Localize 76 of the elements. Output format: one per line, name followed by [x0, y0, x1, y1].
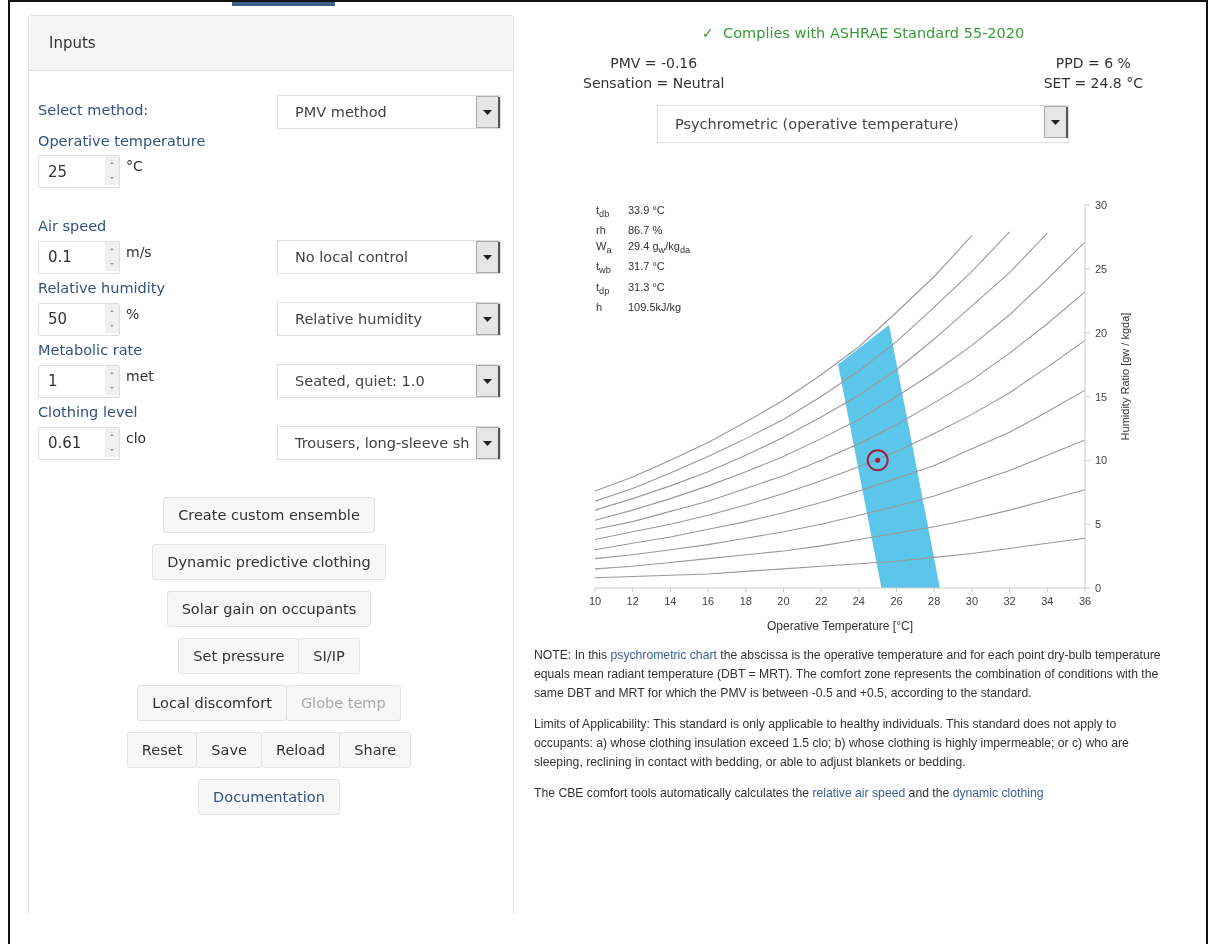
result-metric: PPD = 6 % [1055, 55, 1131, 71]
axis-tick-label: 14 [664, 595, 677, 607]
axis-tick-label: 22 [815, 595, 828, 607]
axis-title: Humidity Ratio [gw / kgda] [1119, 312, 1131, 441]
readout-label: t$_{dp}$ [596, 279, 611, 298]
axis-tick-label: 20 [1095, 326, 1108, 339]
field-label: Metabolic rate [38, 342, 144, 358]
action-button[interactable]: Reload [260, 732, 341, 768]
action-button[interactable]: SI/IP [298, 638, 360, 674]
readout-label: t$_{wb}$ [596, 259, 612, 278]
unit-label: °C [126, 158, 143, 174]
field-label: Clothing level [38, 404, 139, 420]
axis-tick-label: 5 [1095, 518, 1102, 531]
documentation-link[interactable]: Documentation [198, 779, 340, 815]
axis-tick-label: 10 [588, 595, 602, 607]
axis-tick-label: 30 [1095, 199, 1108, 211]
action-button[interactable]: Create custom ensemble [163, 497, 375, 533]
unit-label: m/s [126, 243, 152, 260]
axis-tick-label: 10 [1095, 454, 1108, 467]
field-label: Operative temperature [38, 133, 207, 149]
readout-label: W$_{a}$ [596, 239, 613, 258]
result-metric: PMV = -0.16 [610, 55, 698, 71]
method-select[interactable]: PMV method [277, 95, 501, 129]
unit-label: % [126, 305, 140, 322]
action-button[interactable]: Local discomfort [137, 685, 287, 721]
action-button[interactable]: Set pressure [178, 638, 300, 674]
action-button[interactable]: Dynamic predictive clothing [152, 544, 386, 580]
readout-value: 86.7 % [628, 223, 664, 238]
inline-link[interactable]: dynamic clothing [952, 786, 1044, 800]
axis-tick-label: 18 [739, 595, 752, 607]
current-condition-marker[interactable] [866, 449, 889, 472]
readout-value: 31.7 °C [628, 259, 666, 275]
action-button[interactable]: Save [196, 732, 262, 768]
unit-label: clo [126, 429, 147, 446]
action-button[interactable]: Share [339, 732, 412, 768]
readout-value: 33.9 °C [628, 203, 666, 218]
unit-label: met [126, 367, 154, 384]
option-select[interactable]: Relative humidity [277, 302, 501, 336]
note-paragraph: The CBE comfort tools automatically calculates the relative air speed and the dynamic clothing [534, 785, 1045, 802]
readout-label: h [596, 299, 604, 314]
field-label: Select method: [38, 102, 149, 118]
option-select[interactable]: Seated, quiet: 1.0 [277, 364, 501, 398]
axis-tick-label: 32 [1003, 595, 1016, 607]
axis-tick-label: 16 [701, 595, 715, 607]
option-select[interactable]: No local control [277, 240, 501, 274]
axis-tick-label: 24 [852, 595, 865, 607]
axis-tick-label: 20 [777, 595, 790, 607]
readout-label: t$_{db}$ [596, 203, 611, 222]
readout-label: rh [596, 223, 607, 238]
axis-tick-label: 15 [1095, 390, 1108, 403]
inline-link[interactable]: psychrometric chart [610, 648, 717, 662]
axis-tick-label: 12 [626, 595, 639, 607]
action-button[interactable]: Reset [126, 732, 198, 768]
field-label: Relative humidity [38, 280, 167, 296]
field-label: Air speed [38, 218, 108, 234]
compliance-status: ✓ Complies with ASHRAE Standard 55-2020 [701, 25, 1025, 41]
inline-link[interactable]: relative air speed [812, 786, 906, 800]
axis-tick-label: 25 [1095, 262, 1108, 275]
axis-tick-label: 28 [928, 595, 941, 607]
note-paragraph: NOTE: In this psychrometric chart the abscissa is the operative temperature and for each point dry-bulb temperature equals mean radiant temperature (DBT = MRT). The comfort zone represents the combination of conditions with the same DBT and MRT for which the PMV is between -0.5 and +0.5, according to the standard. [534, 647, 1162, 702]
result-metric: Sensation = Neutral [583, 75, 725, 91]
panel-title: Inputs [29, 16, 513, 71]
readout-value: 29.4 g$_{w}$/kg$_{da}$ [628, 239, 691, 258]
axis-tick-label: 0 [1095, 582, 1102, 594]
readout-value: 31.3 °C [628, 279, 666, 295]
axis-tick-label: 34 [1041, 595, 1054, 607]
axis-tick-label: 26 [890, 595, 903, 607]
axis-tick-label: 30 [965, 595, 979, 607]
option-select[interactable]: Trousers, long-sleeve sh [277, 426, 501, 460]
action-button[interactable]: Solar gain on occupants [166, 591, 372, 627]
axis-tick-label: 36 [1078, 595, 1092, 607]
axis-title: Operative Temperature [°C] [767, 619, 913, 633]
note-paragraph: Limits of Applicability: This standard is only applicable to healthy individuals. This standard does not apply to occupants: a) whose clothing insulation exceed 1.5 clo; b) whose clothing is highly impermeable; or c) who are sleeping, reclining in contact with bedding, or able to adjust blankets or bedding. [534, 716, 1130, 771]
result-metric: SET = 24.8 °C [1043, 75, 1143, 91]
readout-value: 109.5kJ/kg [628, 299, 683, 314]
chart-type-select[interactable]: Psychrometric (operative temperature) [657, 105, 1069, 143]
